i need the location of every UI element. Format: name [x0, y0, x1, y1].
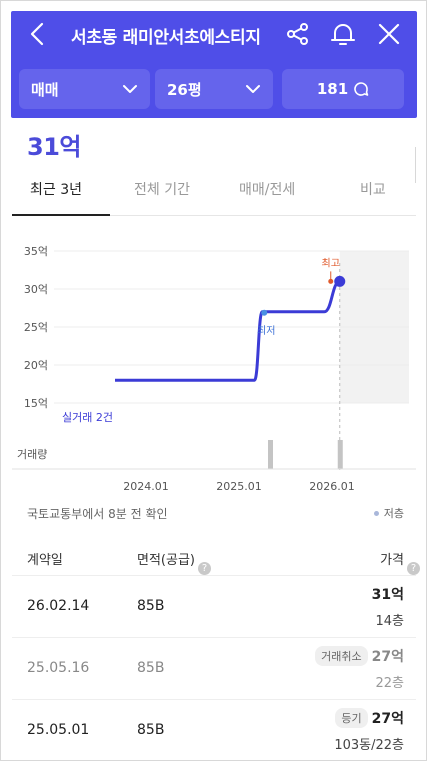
- row-price: 27억: [371, 649, 404, 665]
- price-chart[interactable]: 35억 30억 25억 20억 15억 최저 최고실거래 2건거래량 2024.01 2025.…: [12, 231, 416, 501]
- comments-count: 181: [316, 80, 349, 98]
- tab-recent-3y[interactable]: 최근 3년: [30, 179, 82, 199]
- app-frame: 서초동 래미안서초에스티지 매매 26평 181 31억 최근 3년 전체 기간…: [0, 0, 427, 761]
- y-tick-label: 25억: [24, 321, 48, 334]
- active-tab-indicator: [12, 214, 110, 216]
- row-area: 85B: [137, 598, 165, 614]
- trade-type-select[interactable]: 매매: [19, 69, 150, 109]
- table-header: 계약일 면적(공급)? 가격?: [12, 536, 420, 576]
- status-badge: 거래취소: [315, 646, 368, 666]
- table-row[interactable]: 25.05.16 85B 거래취소 27억 22층: [12, 638, 416, 700]
- source-note: 국토교통부에서 8분 전 확인: [27, 507, 168, 521]
- chevron-down-icon: [246, 85, 260, 93]
- y-tick-label: 35억: [24, 245, 48, 258]
- size-select[interactable]: 26평: [155, 69, 273, 109]
- high-point-marker: [328, 278, 334, 284]
- row-area: 85B: [137, 722, 165, 738]
- tab-trade-lease[interactable]: 매매/전세: [239, 179, 295, 199]
- low-label: 최저: [257, 325, 275, 337]
- row-price-wrap: 31억: [372, 584, 404, 604]
- legend: 저층: [373, 505, 404, 521]
- legend-label: 저층: [383, 507, 404, 520]
- row-date: 25.05.01: [27, 722, 90, 738]
- col-area-wrap: 면적(공급)?: [137, 549, 211, 575]
- row-floor: 103동/22층: [334, 738, 404, 753]
- header-bar: 서초동 래미안서초에스티지 매매 26평 181: [11, 11, 417, 118]
- table-row[interactable]: 26.02.14 85B 31억 14층: [12, 576, 416, 638]
- chevron-down-icon: [123, 85, 137, 93]
- close-icon[interactable]: [375, 20, 403, 48]
- trade-count-label: 실거래 2건: [62, 411, 113, 424]
- tab-compare[interactable]: 비교: [360, 179, 386, 199]
- tab-all-period[interactable]: 전체 기간: [134, 179, 190, 199]
- y-tick-label: 15억: [24, 397, 48, 410]
- x-tick-label: 2025.01: [216, 480, 262, 493]
- low-point-marker: [261, 309, 268, 316]
- help-icon[interactable]: ?: [407, 562, 420, 575]
- table-row[interactable]: 25.05.01 85B 등기 27억 103동/22층: [12, 700, 416, 760]
- y-tick-label: 30억: [24, 283, 48, 296]
- legend-dot-icon: [373, 510, 379, 516]
- page-title: 서초동 래미안서초에스티지: [71, 28, 261, 48]
- current-price: 31억: [27, 133, 81, 161]
- volume-bar: [268, 440, 273, 469]
- col-area: 면적(공급): [137, 553, 195, 568]
- y-tick-label: 20억: [24, 359, 48, 372]
- row-price-wrap: 거래취소 27억: [315, 646, 404, 666]
- back-arrow-icon[interactable]: [25, 21, 51, 47]
- size-value: 26평: [167, 80, 202, 99]
- current-point-marker: [334, 275, 346, 287]
- row-price-wrap: 등기 27억: [335, 708, 404, 728]
- row-date: 25.05.16: [27, 660, 90, 676]
- trade-type-value: 매매: [31, 80, 59, 99]
- share-icon[interactable]: [284, 20, 312, 48]
- row-price: 27억: [371, 711, 404, 727]
- col-date: 계약일: [27, 553, 63, 568]
- row-date: 26.02.14: [27, 598, 90, 614]
- row-floor: 14층: [375, 614, 404, 629]
- row-price: 31억: [371, 587, 404, 603]
- col-price-wrap: 가격?: [380, 549, 420, 575]
- x-tick-label: 2026.01: [309, 480, 355, 493]
- row-area: 85B: [137, 660, 165, 676]
- volume-bar: [337, 440, 343, 469]
- col-price: 가격: [380, 553, 404, 568]
- status-badge: 등기: [335, 708, 368, 728]
- volume-label: 거래량: [17, 448, 47, 461]
- help-icon[interactable]: ?: [197, 562, 211, 575]
- period-tabs: 최근 3년 전체 기간 매매/전세 비교: [12, 167, 416, 216]
- high-label: 최고: [322, 257, 340, 269]
- x-tick-label: 2024.01: [123, 480, 169, 493]
- bell-icon[interactable]: [329, 20, 357, 48]
- comments-button[interactable]: 181: [282, 69, 404, 109]
- row-floor: 22층: [375, 676, 404, 691]
- comment-bubble-icon: [354, 82, 369, 96]
